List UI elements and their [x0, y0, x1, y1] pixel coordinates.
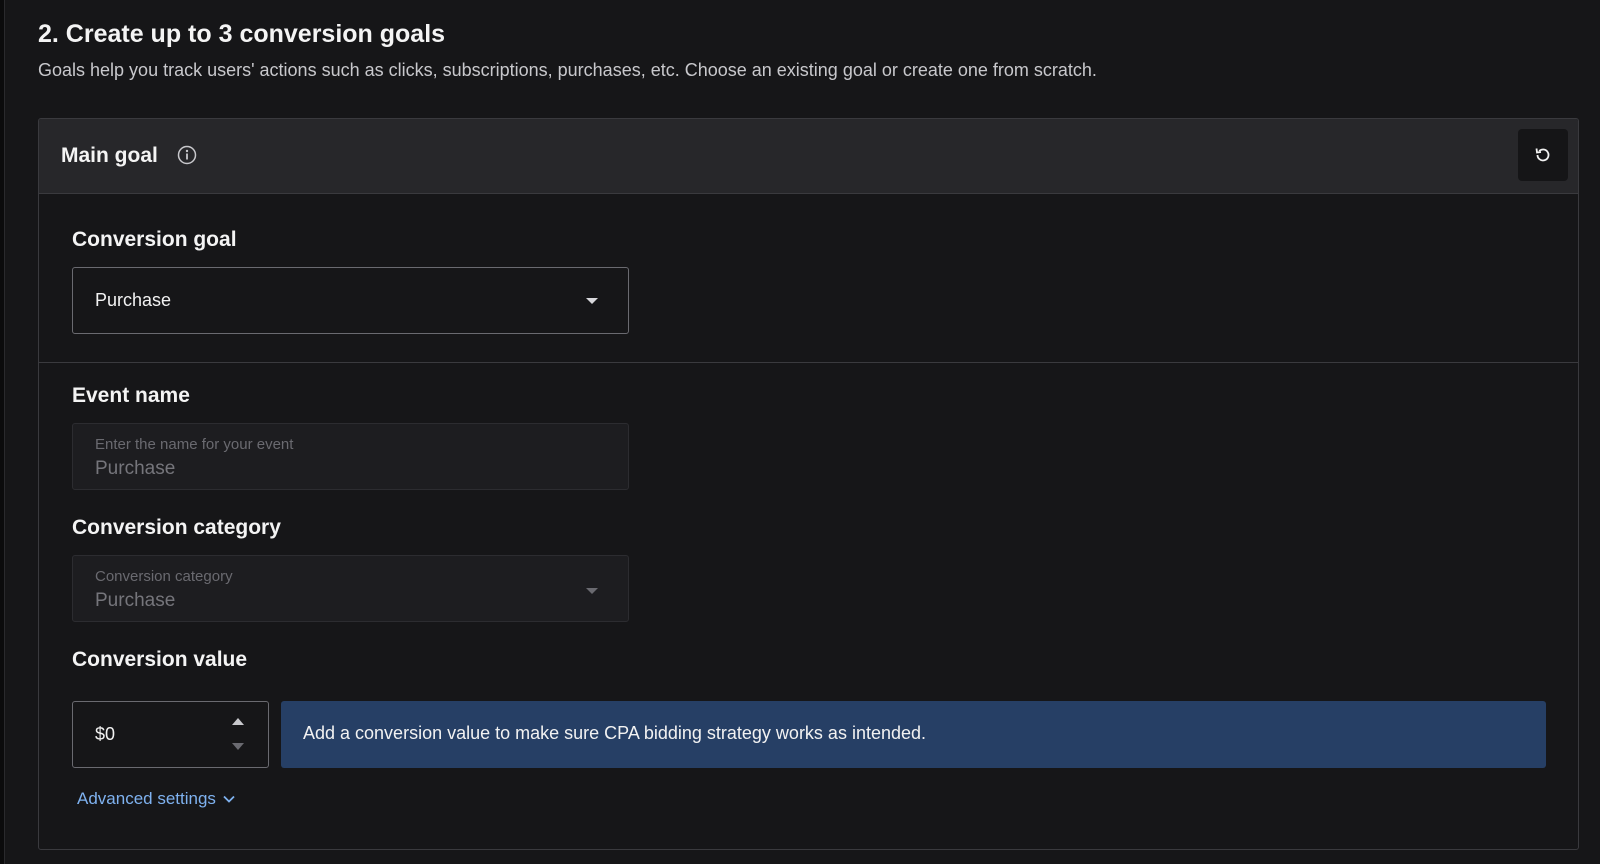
event-name-value: Purchase: [95, 458, 176, 479]
conversion-value-stepper[interactable]: $0: [72, 701, 269, 768]
section-title: 2. Create up to 3 conversion goals: [38, 20, 446, 48]
section-description: Goals help you track users' actions such…: [38, 60, 1097, 80]
card-title: Main goal: [61, 144, 158, 167]
reset-button[interactable]: [1518, 129, 1568, 181]
advanced-settings-link[interactable]: Advanced settings: [77, 789, 236, 809]
conversion-value-input[interactable]: $0: [95, 724, 115, 745]
reset-icon: [1535, 148, 1550, 162]
conversion-value-notice: Add a conversion value to make sure CPA …: [281, 701, 1546, 768]
conversion-category-float-label: Conversion category: [95, 568, 233, 585]
conversion-value-label: Conversion value: [72, 648, 248, 671]
left-panel-edge: [0, 0, 5, 864]
event-name-label: Event name: [72, 384, 190, 407]
decrement-icon[interactable]: [232, 743, 244, 750]
notice-text: Add a conversion value to make sure CPA …: [303, 723, 927, 743]
chevron-down-icon: [586, 298, 598, 304]
event-name-placeholder: Enter the name for your event: [95, 436, 294, 453]
event-name-field: Enter the name for your event Purchase: [72, 423, 629, 490]
conversion-goal-value: Purchase: [95, 290, 172, 310]
chevron-down-icon: [223, 795, 235, 803]
info-circle-icon[interactable]: [177, 145, 197, 165]
card-header: Main goal: [39, 119, 1578, 194]
conversion-category-value: Purchase: [95, 590, 176, 611]
conversion-category-select: Conversion category Purchase: [72, 555, 629, 622]
increment-icon[interactable]: [232, 718, 244, 725]
conversion-category-label: Conversion category: [72, 516, 281, 539]
conversion-goal-select[interactable]: Purchase: [72, 267, 629, 334]
chevron-down-icon: [586, 588, 598, 594]
divider: [39, 362, 1578, 363]
advanced-settings-label: Advanced settings: [77, 789, 216, 808]
main-goal-card: Main goal Conversion goal Purchase Event…: [38, 118, 1579, 850]
conversion-goal-label: Conversion goal: [72, 228, 237, 251]
